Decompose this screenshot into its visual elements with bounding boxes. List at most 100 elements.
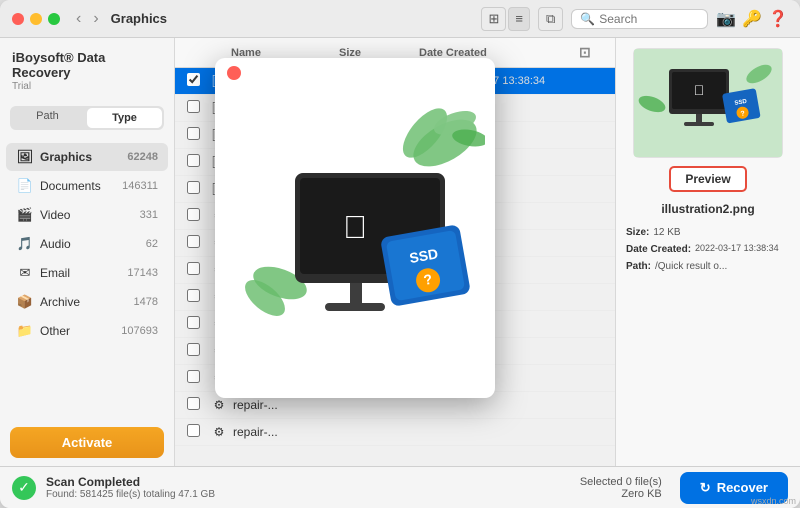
preview-size-row: Size: 12 KB (626, 224, 790, 241)
camera-icon[interactable]: 📷 (716, 9, 736, 29)
header-name: Name (231, 47, 339, 59)
view-toggle: ⊞ ≡ (481, 7, 530, 31)
path-value: /Quick result o... (655, 258, 727, 275)
toolbar-right: ⊞ ≡ ⧉ 🔍 📷 🔑 ❓ (481, 7, 788, 31)
recover-label: Recover (717, 480, 768, 495)
sidebar: iBoysoft® Data Recovery Trial Path Type … (0, 38, 175, 466)
back-button[interactable]: ‹ (72, 8, 85, 30)
preview-meta: Size: 12 KB Date Created: 2022-03-17 13:… (626, 224, 790, 275)
svg-text::  (343, 209, 367, 245)
other-count: 107693 (121, 325, 158, 337)
email-icon: ✉ (16, 264, 34, 282)
main-window: ‹ › Graphics ⊞ ≡ ⧉ 🔍 📷 🔑 ❓ iBoys (0, 0, 800, 508)
close-button[interactable] (12, 13, 24, 25)
graphics-label: Graphics (40, 150, 127, 164)
selected-files: Selected 0 file(s) (580, 476, 662, 488)
documents-count: 146311 (122, 180, 158, 192)
window-title: Graphics (111, 11, 167, 26)
search-box: 🔍 (571, 9, 708, 29)
sidebar-item-documents[interactable]: 📄 Documents 146311 (6, 172, 168, 200)
other-label: Other (40, 324, 121, 338)
sidebar-tabs: Path Type (10, 106, 164, 130)
sidebar-header: iBoysoft® Data Recovery Trial (0, 38, 174, 98)
email-count: 17143 (127, 267, 158, 279)
mac-illustration:  SSD ? (225, 83, 485, 373)
audio-icon: 🎵 (16, 235, 34, 253)
file-type-icon: ⚙ (211, 397, 227, 413)
sidebar-item-other[interactable]: 📁 Other 107693 (6, 317, 168, 345)
sidebar-item-video[interactable]: 🎬 Video 331 (6, 201, 168, 229)
bottom-bar: ✓ Scan Completed Found: 581425 file(s) t… (0, 466, 800, 508)
sidebar-item-archive[interactable]: 📦 Archive 1478 (6, 288, 168, 316)
preview-button[interactable]: Preview (669, 166, 746, 192)
selected-info: Selected 0 file(s) Zero KB (580, 476, 662, 500)
header-actions: ⊡ (579, 44, 603, 61)
overlay-close-button[interactable] (227, 66, 241, 80)
video-icon: 🎬 (16, 206, 34, 224)
header-size: Size (339, 47, 419, 59)
file-type-icon: ⚙ (211, 424, 227, 440)
preview-filename: illustration2.png (661, 202, 754, 216)
date-value: 2022-03-17 13:38:34 (695, 241, 779, 258)
titlebar: ‹ › Graphics ⊞ ≡ ⧉ 🔍 📷 🔑 ❓ (0, 0, 800, 38)
toolbar-icons: 📷 🔑 ❓ (716, 9, 788, 29)
sidebar-activate: Activate (10, 427, 164, 458)
selected-size: Zero KB (580, 488, 662, 500)
documents-icon: 📄 (16, 177, 34, 195)
preview-image-thumb:  SSD ? (633, 48, 783, 158)
nav-buttons: ‹ › (72, 8, 103, 30)
archive-count: 1478 (134, 296, 158, 308)
preview-overlay:  SSD ? (215, 58, 495, 398)
key-icon[interactable]: 🔑 (742, 9, 762, 29)
path-label: Path: (626, 258, 651, 275)
filter-button[interactable]: ⧉ (538, 7, 563, 31)
app-subtitle: Trial (12, 81, 162, 92)
header-date: Date Created (419, 47, 579, 59)
recover-icon: ↻ (700, 480, 711, 496)
graphics-count: 62248 (127, 151, 158, 163)
help-icon[interactable]: ❓ (768, 9, 788, 29)
audio-count: 62 (146, 238, 158, 250)
maximize-button[interactable] (48, 13, 60, 25)
archive-label: Archive (40, 295, 134, 309)
main-area: iBoysoft® Data Recovery Trial Path Type … (0, 38, 800, 466)
date-label: Date Created: (626, 241, 691, 258)
file-name: repair-... (233, 425, 363, 439)
sidebar-item-graphics[interactable]: 🖼 Graphics 62248 (6, 143, 168, 171)
grid-view-button[interactable]: ⊞ (481, 7, 506, 31)
scan-info: Scan Completed Found: 581425 file(s) tot… (46, 475, 570, 500)
tab-type[interactable]: Type (87, 108, 162, 128)
minimize-button[interactable] (30, 13, 42, 25)
svg-text::  (694, 82, 705, 98)
checkmark-icon: ✓ (18, 479, 30, 496)
preview-path-row: Path: /Quick result o... (626, 258, 790, 275)
archive-icon: 📦 (16, 293, 34, 311)
traffic-lights (12, 13, 60, 25)
graphics-icon: 🖼 (16, 148, 34, 166)
preview-panel:  SSD ? Preview illustration2.png (615, 38, 800, 466)
scan-detail: Found: 581425 file(s) totaling 47.1 GB (46, 489, 570, 500)
sidebar-items: 🖼 Graphics 62248 📄 Documents 146311 🎬 Vi… (0, 138, 174, 419)
app-title: iBoysoft® Data Recovery (12, 50, 162, 80)
tab-path[interactable]: Path (10, 106, 85, 130)
sidebar-item-email[interactable]: ✉ Email 17143 (6, 259, 168, 287)
watermark: wsxdn.com (751, 496, 796, 506)
table-row[interactable]: ⚙ repair-... (175, 419, 615, 446)
video-count: 331 (140, 209, 158, 221)
size-value: 12 KB (653, 224, 680, 241)
sidebar-item-audio[interactable]: 🎵 Audio 62 (6, 230, 168, 258)
activate-button[interactable]: Activate (10, 427, 164, 458)
scan-title: Scan Completed (46, 475, 570, 489)
other-icon: 📁 (16, 322, 34, 340)
file-name: repair-... (233, 398, 363, 412)
scan-complete-icon: ✓ (12, 476, 36, 500)
row-check[interactable] (187, 73, 211, 89)
video-label: Video (40, 208, 140, 222)
list-view-button[interactable]: ≡ (508, 7, 530, 31)
search-icon: 🔍 (580, 12, 595, 26)
file-area: Name Size Date Created ⊡ 🖼 illustration2… (175, 38, 615, 466)
forward-button[interactable]: › (89, 8, 102, 30)
documents-label: Documents (40, 179, 122, 193)
search-input[interactable] (599, 12, 699, 26)
email-label: Email (40, 266, 127, 280)
